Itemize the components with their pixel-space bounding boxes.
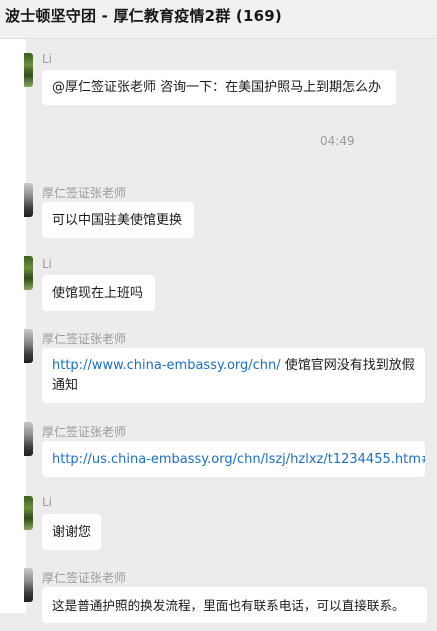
message-text: 这是普通护照的换发流程，里面也有联系电话，可以直接联系。 <box>52 598 405 613</box>
sender-name: 厚仁签证张老师 <box>42 571 127 585</box>
chat-title: 波士顿坚守团 - 厚仁教育疫情2群 (169) <box>5 7 282 25</box>
message-link[interactable]: http://us.china-embassy.org/chn/lszj/hzl… <box>52 452 425 467</box>
message-bubble[interactable]: @厚仁签证张老师 咨询一下：在美国护照马上到期怎么办 <box>42 70 396 105</box>
message-link[interactable]: http://www.china-embassy.org/chn/ <box>52 358 281 373</box>
avatar[interactable] <box>24 568 33 602</box>
sender-name: Li <box>42 52 53 66</box>
sender-name: Li <box>42 495 53 509</box>
message-bubble[interactable]: 谢谢您 <box>42 514 101 550</box>
message-bubble[interactable]: http://us.china-embassy.org/chn/lszj/hzl… <box>42 441 425 477</box>
avatar[interactable] <box>24 329 33 363</box>
message-bubble[interactable]: 使馆现在上班吗 <box>42 275 155 311</box>
message-bubble[interactable]: http://www.china-embassy.org/chn/ 使馆官网没有… <box>42 348 425 403</box>
sender-name: 厚仁签证张老师 <box>42 332 127 346</box>
avatar[interactable] <box>24 183 33 217</box>
message-timestamp: 04:49 <box>320 134 355 148</box>
avatar[interactable] <box>24 496 33 530</box>
sender-name: Li <box>42 257 53 271</box>
avatar[interactable] <box>24 53 33 87</box>
message-bubble[interactable]: 这是普通护照的换发流程，里面也有联系电话，可以直接联系。 <box>42 587 427 623</box>
message-text: 可以中国驻美使馆更换 <box>52 213 183 228</box>
left-panel-edge <box>0 39 26 613</box>
message-text: 使馆现在上班吗 <box>52 286 144 301</box>
avatar[interactable] <box>24 256 33 290</box>
message-bubble[interactable]: 可以中国驻美使馆更换 <box>42 202 194 238</box>
sender-name: 厚仁签证张老师 <box>42 425 127 439</box>
message-text: @厚仁签证张老师 咨询一下：在美国护照马上到期怎么办 <box>52 80 382 95</box>
title-bar: 波士顿坚守团 - 厚仁教育疫情2群 (169) <box>0 0 437 39</box>
avatar[interactable] <box>24 422 33 456</box>
sender-name: 厚仁签证张老师 <box>42 186 127 200</box>
message-text: 谢谢您 <box>52 525 92 540</box>
chat-window: 波士顿坚守团 - 厚仁教育疫情2群 (169) Li @厚仁签证张老师 咨询一下… <box>0 0 437 631</box>
